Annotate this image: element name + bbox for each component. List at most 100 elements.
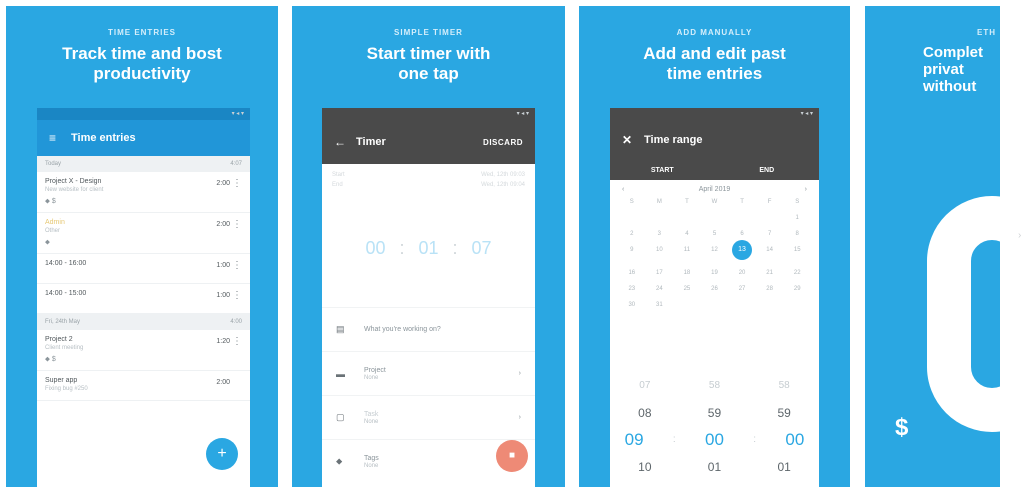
more-vert-icon[interactable]: ⋮ [232,178,242,189]
tab-end[interactable]: END [715,167,820,174]
calendar-day[interactable]: 1 [783,215,811,221]
calendar-day[interactable]: 2 [618,231,646,237]
menu-icon[interactable]: ≡ [49,131,71,145]
entry-name: Project X - Design [45,178,102,185]
calendar-day[interactable]: 30 [618,302,646,308]
calendar-grid: S M T W T F S 1 2 3 4 5 6 7 8 9 10 11 12 13 14 15 16 17 18 19 20 21… [610,199,819,308]
tag-icon: ⬥ [336,456,343,466]
wheel-row: 07 58 58 [610,372,819,399]
list-item[interactable]: Admin Other ⬥ 2:00 ⋮ [37,213,250,254]
calendar-day[interactable]: 13 [732,240,753,260]
calendar-day[interactable]: 14 [756,247,784,260]
wheel-second: 00 [785,429,805,449]
weekday-label: F [767,199,772,205]
entry-name: Super app [45,377,78,384]
calendar-day[interactable]: 11 [673,247,701,260]
clock-minutes: 01 [418,238,439,258]
calendar-day[interactable]: 27 [728,286,756,292]
project-field[interactable]: ▬ Project None › [322,351,535,395]
entry-name: 14:00 - 15:00 [45,290,87,297]
calendar-day[interactable]: 28 [756,286,784,292]
more-vert-icon[interactable]: ⋮ [232,290,242,301]
task-label: Task [364,410,379,418]
calendar-day[interactable]: 24 [646,286,674,292]
tab-start[interactable]: START [610,167,715,174]
wheel-minute: 01 [707,459,722,474]
calendar-day[interactable]: 19 [701,270,729,276]
wheel-second: 01 [777,459,791,474]
range-tabs: START END [610,160,819,180]
time-wheel[interactable]: 07 58 58 08 59 59 09 : 00 : 00 10 01 01 [610,372,819,487]
close-icon[interactable]: ✕ [622,133,644,147]
chevron-right-icon[interactable]: › [1018,230,1024,241]
clock-separator: : [452,238,458,258]
project-value: None [364,374,379,381]
project-field-text: Project None [364,367,519,381]
more-vert-icon[interactable]: ⋮ [232,219,242,230]
calendar-day [728,215,756,221]
calendar-day[interactable]: 5 [701,231,729,237]
calendar-day[interactable]: 22 [783,270,811,276]
calendar-day[interactable]: 12 [701,247,729,260]
calendar-day[interactable]: 20 [728,270,756,276]
app-title: Timer [356,136,386,148]
list-item[interactable]: 14:00 - 15:00 1:00 ⋮ [37,284,250,314]
panel-simple-timer: SIMPLE TIMER Start timer with one tap ▾ … [292,6,565,487]
dollar-icon: $ [895,414,909,441]
calendar-day[interactable]: 9 [618,247,646,260]
calendar-day[interactable]: 18 [673,270,701,276]
task-icon: ▢ [336,412,345,422]
stop-timer-button[interactable]: ■ [496,440,528,472]
day-total: 4:00 [230,319,242,325]
app-bar: ← Timer DISCARD [322,120,535,164]
discard-button[interactable]: DISCARD [483,138,523,147]
back-arrow-icon[interactable]: ← [334,135,356,149]
calendar-day [618,215,646,221]
more-vert-icon[interactable]: ⋮ [232,336,242,347]
calendar-day[interactable]: 6 [728,231,756,237]
calendar-day[interactable]: 26 [701,286,729,292]
entry-name: 14:00 - 16:00 [45,260,87,267]
chevron-right-icon: › [518,370,521,377]
entry-duration: 1:00 [216,292,230,299]
entry-duration: 1:00 [216,262,230,269]
calendar-day[interactable]: 31 [646,302,674,308]
calendar-day[interactable]: 25 [673,286,701,292]
panel-add-manually: ADD MANUALLY Add and edit past time entr… [579,6,850,487]
end-row[interactable]: End Wed, 12th 09:04 [322,180,535,190]
more-vert-icon[interactable]: ⋮ [232,260,242,271]
wheel-separator: : [672,434,676,445]
calendar-day[interactable]: 23 [618,286,646,292]
list-item[interactable]: Project X - Design New website for clien… [37,172,250,213]
wheel-row: 08 59 59 [610,399,819,426]
list-item[interactable]: Project 2 Client meeting ⬥ $ 1:20 ⋮ [37,330,250,371]
list-item[interactable]: Super app Fixing bug #250 2:00 [37,371,250,401]
calendar-day [701,215,729,221]
panel-headline: Add and edit past time entries [643,44,786,83]
panel-headline: Track time and bost productivity [62,44,222,83]
calendar-day[interactable]: 16 [618,270,646,276]
calendar-day[interactable]: 7 [756,231,784,237]
task-field[interactable]: ▢ Task None › [322,395,535,439]
weekday-label: W [711,199,718,205]
calendar-day[interactable]: 3 [646,231,674,237]
clock-seconds: 07 [471,238,492,258]
calendar-day[interactable]: 17 [646,270,674,276]
list-item[interactable]: 14:00 - 16:00 1:00 ⋮ [37,254,250,284]
entry-duration: 1:20 [216,338,230,345]
description-field[interactable]: ▤ What you're working on? [322,307,535,351]
add-entry-button[interactable]: + [206,438,238,470]
calendar-day[interactable]: 21 [756,270,784,276]
calendar-day[interactable]: 29 [783,286,811,292]
tags-label: Tags [364,454,379,462]
start-row[interactable]: Start Wed, 12th 09:03 [322,170,535,180]
prev-month-icon[interactable]: ‹ [622,186,624,193]
calendar-day[interactable]: 10 [646,247,674,260]
entry-sub: Fixing bug #250 [45,386,88,392]
next-month-icon[interactable]: › [805,186,807,193]
calendar-day[interactable]: 15 [783,247,811,260]
calendar-day[interactable]: 4 [673,231,701,237]
month-label: April 2019 [698,186,731,193]
calendar-day[interactable]: 8 [783,231,811,237]
wheel-hour: 09 [624,429,644,449]
